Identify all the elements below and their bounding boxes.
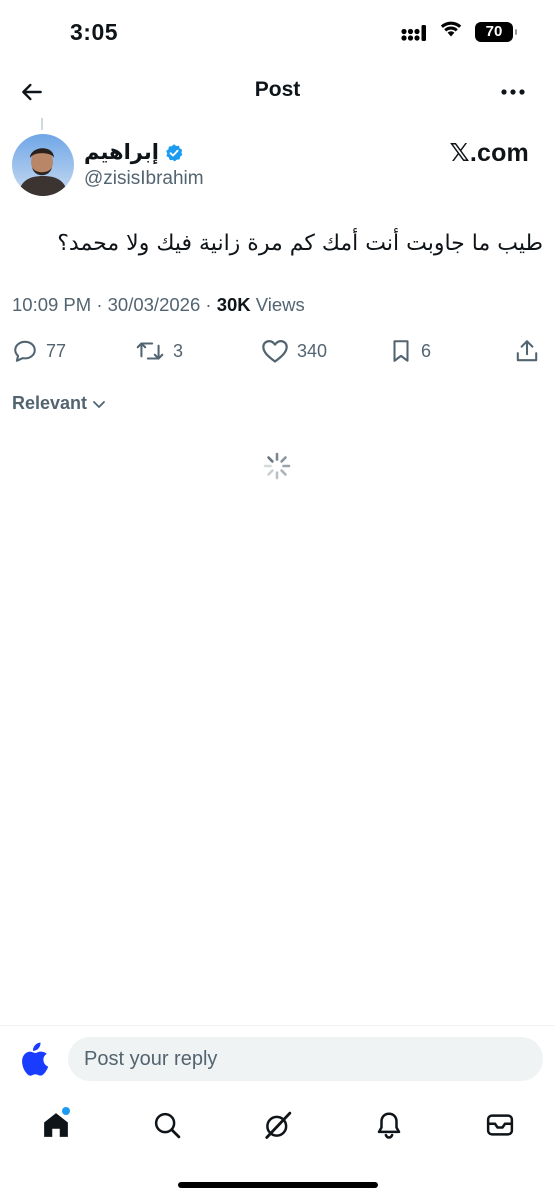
views-count: 30K xyxy=(216,294,251,315)
search-icon xyxy=(154,1112,181,1139)
status-bar: 3:05 70 xyxy=(0,0,555,64)
grok-icon xyxy=(265,1111,292,1139)
like-button[interactable]: 340 xyxy=(261,334,327,368)
post-header: Post xyxy=(0,64,555,118)
author-name-row[interactable]: إبراهيم xyxy=(84,140,184,165)
bookmark-icon xyxy=(393,340,409,362)
repost-button[interactable]: 3 xyxy=(135,334,183,368)
author-handle[interactable]: @zisisIbrahim xyxy=(84,168,204,190)
reply-sort-dropdown[interactable]: Relevant xyxy=(12,393,107,414)
post-screen: 3:05 70 Post إبراهيم @zisisIbrahim 𝕏.com… xyxy=(0,0,555,1200)
page-title: Post xyxy=(254,78,301,101)
more-options-button[interactable] xyxy=(497,76,529,108)
action-bar: 77 3 340 6 xyxy=(0,334,555,368)
post-time[interactable]: 10:09 PM xyxy=(12,294,91,315)
heart-icon xyxy=(262,339,288,363)
battery-indicator: 70 xyxy=(475,21,517,42)
reply-icon xyxy=(14,340,36,362)
notifications-icon xyxy=(377,1112,401,1139)
post-date[interactable]: 30/03/2026 xyxy=(108,294,201,315)
reply-avatar[interactable] xyxy=(12,1036,58,1082)
repost-icon xyxy=(136,342,164,360)
thread-connector xyxy=(41,118,43,130)
home-notification-dot xyxy=(61,1106,71,1116)
tab-notifications[interactable] xyxy=(372,1108,406,1142)
chevron-down-icon xyxy=(93,400,105,408)
sort-label: Relevant xyxy=(12,393,88,413)
wifi-icon xyxy=(439,20,463,43)
post-text: طيب ما جاوبت أنت أمك كم مرة زانية فيك ول… xyxy=(57,231,543,256)
views-label: Views xyxy=(255,294,305,315)
ellipsis-icon xyxy=(501,89,525,95)
messages-icon xyxy=(486,1114,514,1136)
share-icon xyxy=(516,340,538,362)
tab-search[interactable] xyxy=(150,1108,184,1142)
reply-divider xyxy=(0,1025,555,1026)
meta-separator: · xyxy=(96,294,103,315)
status-time: 3:05 xyxy=(70,19,119,45)
like-count: 340 xyxy=(297,340,328,361)
status-icons: 70 xyxy=(401,20,517,43)
x-watermark: 𝕏.com xyxy=(449,139,529,167)
author-name: إبراهيم xyxy=(84,141,159,164)
cellular-signal-icon xyxy=(401,22,427,42)
loading-spinner-icon xyxy=(263,452,291,480)
verified-badge-icon xyxy=(166,143,183,161)
tab-grok[interactable] xyxy=(261,1108,295,1142)
repost-count: 3 xyxy=(173,340,184,361)
tab-home[interactable] xyxy=(39,1106,73,1142)
reply-button[interactable]: 77 xyxy=(12,334,66,368)
battery-level: 70 xyxy=(485,23,503,40)
bottom-tab-bar xyxy=(0,1100,555,1150)
author-avatar[interactable] xyxy=(12,134,74,196)
share-button[interactable] xyxy=(514,334,540,368)
reply-input[interactable] xyxy=(68,1037,543,1081)
home-indicator xyxy=(178,1182,378,1188)
tab-messages[interactable] xyxy=(483,1108,517,1142)
reply-count: 77 xyxy=(46,340,67,361)
post-meta: 10:09 PM · 30/03/2026 · 30K Views xyxy=(12,294,305,316)
apple-logo-icon xyxy=(22,1042,49,1076)
bookmark-button[interactable]: 6 xyxy=(389,334,431,368)
bookmark-count: 6 xyxy=(421,340,432,361)
meta-separator: · xyxy=(205,294,212,315)
